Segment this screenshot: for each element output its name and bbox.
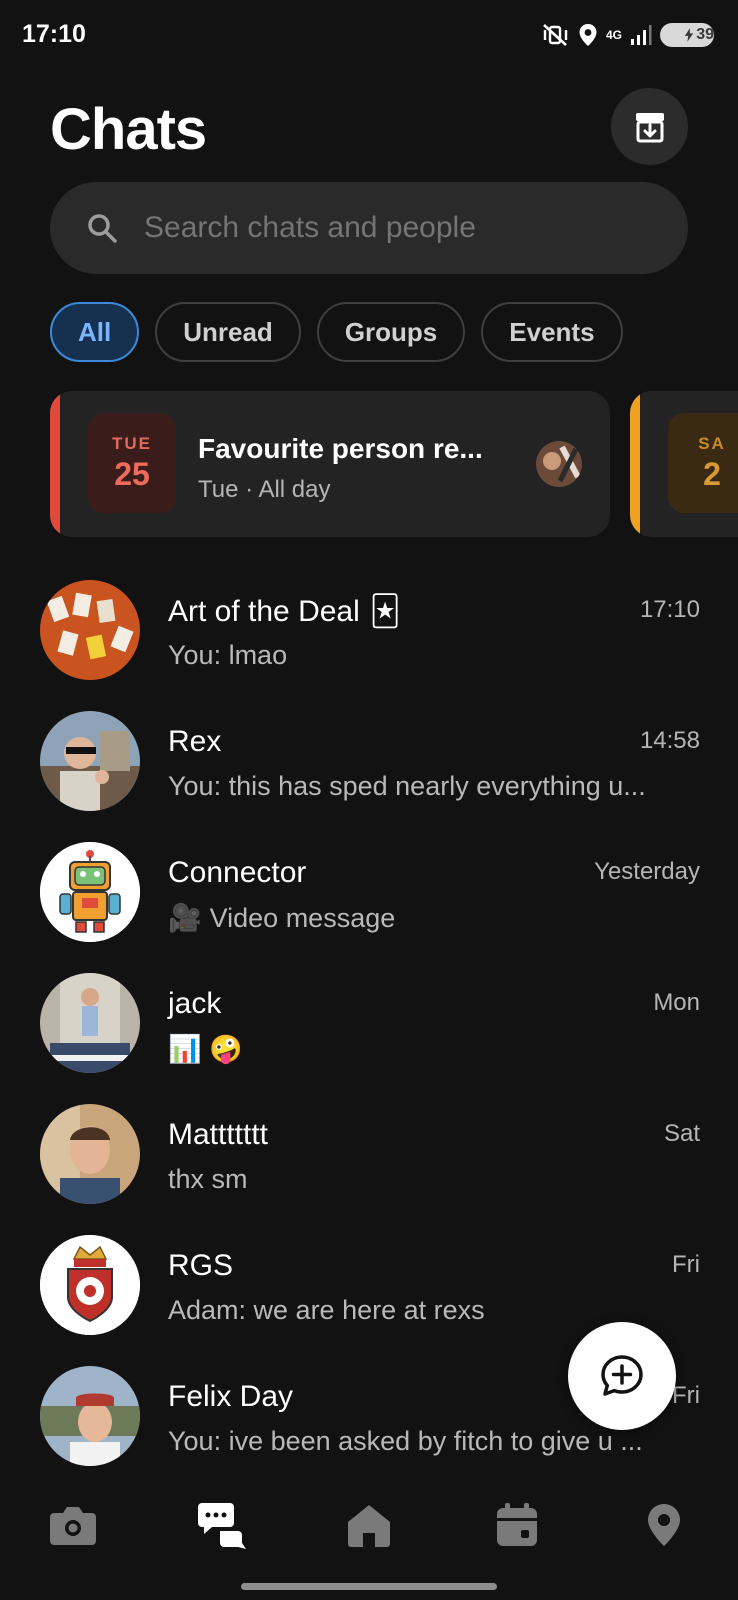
nav-home[interactable] [339,1497,399,1553]
avatar [40,580,140,680]
chat-name: jack [168,987,221,1021]
bottom-nav [0,1475,738,1570]
chats-icon [198,1503,246,1549]
chat-preview: You: ive been asked by fitch to give u .… [168,1426,643,1456]
event-title: Favourite person re... [198,433,483,464]
chat-name: Connector [168,856,306,890]
chat-row[interactable]: Connector Yesterday 🎥 Video message [0,834,738,965]
archive-icon [635,112,664,142]
chat-time: Sat [663,1120,700,1147]
chat-name: Felix Day [168,1380,293,1414]
chat-name-text: Connector [168,856,307,889]
chat-name-text: Felix Day [168,1380,294,1413]
calendar-icon [497,1503,537,1546]
chat-name: Rex [168,725,221,759]
chat-preview-text: Video message [209,902,396,933]
chat-name: Art of the Deal 🃏 [168,594,400,629]
filter-unread[interactable]: Unread [155,302,301,362]
event-date-number: 2 [703,455,721,492]
camera-icon [50,1507,96,1545]
chat-time: Fri [672,1382,700,1409]
event-accent-bar [630,391,640,537]
event-card[interactable]: SA 2 [630,391,738,537]
archive-button[interactable] [611,88,688,165]
event-card[interactable]: TUE 25 Favourite person re... Tue · All … [50,391,610,537]
avatar [40,973,140,1073]
event-accent-bar [50,391,60,537]
avatar [40,711,140,811]
video-camera-icon: 🎥 [168,903,202,933]
chats-screen: 17:10 4G 39 Chats Search chats and peopl… [0,0,738,1600]
network-label: 4G [605,27,622,42]
search-bar[interactable] [50,182,688,274]
filter-events[interactable]: Events [481,302,623,362]
chat-time: 14:58 [639,727,700,754]
avatar [40,1235,140,1335]
nav-camera[interactable] [43,1497,103,1553]
chat-preview: thx sm [168,1164,248,1194]
chat-row[interactable]: Art of the Deal 🃏 17:10 You: lmao [0,572,738,703]
chat-row[interactable]: Mattttttt Sat thx sm [0,1096,738,1227]
network-4g-icon: 4G [605,27,622,42]
nav-map[interactable] [634,1497,694,1553]
chat-preview: 🎥 Video message [168,902,395,934]
nav-chats[interactable] [192,1497,252,1553]
event-day: SA [698,433,726,453]
chat-name: Mattttttt [168,1118,268,1152]
filter-all[interactable]: All [50,302,140,362]
avatar [40,842,140,942]
joker-card-icon: 🃏 [369,595,401,628]
avatar [40,1104,140,1204]
chat-row[interactable]: Rex 14:58 You: this has sped nearly ever… [0,703,738,834]
map-pin-icon [648,1504,680,1546]
chat-time: Yesterday [594,858,700,885]
chat-row[interactable]: jack Mon 📊 🤪 [0,965,738,1096]
chat-preview: You: lmao [168,640,288,670]
chat-preview: 📊 🤪 [168,1034,243,1064]
home-icon [348,1505,390,1547]
chat-name-text: jack [168,987,222,1020]
home-indicator [241,1583,497,1590]
page-title: Chats [50,97,207,162]
new-chat-button[interactable] [568,1322,676,1430]
filter-groups[interactable]: Groups [316,302,466,362]
status-time: 17:10 [22,20,86,48]
event-date: SA 2 [668,413,738,513]
signal-icon [630,24,652,46]
vibrate-off-icon [542,23,570,47]
chat-preview: You: this has sped nearly everything u..… [168,771,646,801]
chat-name-text: Rex [168,725,222,758]
battery-charging-icon: 39 [660,23,714,47]
chat-preview: Adam: we are here at rexs [168,1295,485,1325]
filter-chips: All Unread Groups Events [50,302,623,362]
location-icon [578,23,598,47]
chat-name-text: Art of the Deal [168,594,360,628]
chat-time: Mon [653,989,700,1016]
event-date-number: 25 [114,455,150,492]
chat-name-text: Mattttttt [168,1118,269,1151]
nav-calendar[interactable] [487,1497,547,1553]
status-bar: 17:10 4G 39 [0,0,738,70]
event-date: TUE 25 [88,413,176,513]
event-avatar [536,441,582,487]
avatar [40,1366,140,1466]
chat-time: 17:10 [639,596,700,623]
event-subtitle: Tue · All day [198,476,331,503]
event-day: TUE [112,433,152,453]
new-chat-icon [601,1355,643,1396]
search-input[interactable] [144,211,664,245]
battery-level: 39 [696,26,714,43]
search-icon [86,212,118,244]
chat-name-text: RGS [168,1249,234,1282]
chat-time: Fri [672,1251,700,1278]
chat-name: RGS [168,1249,233,1283]
status-icons: 4G 39 [542,20,714,50]
